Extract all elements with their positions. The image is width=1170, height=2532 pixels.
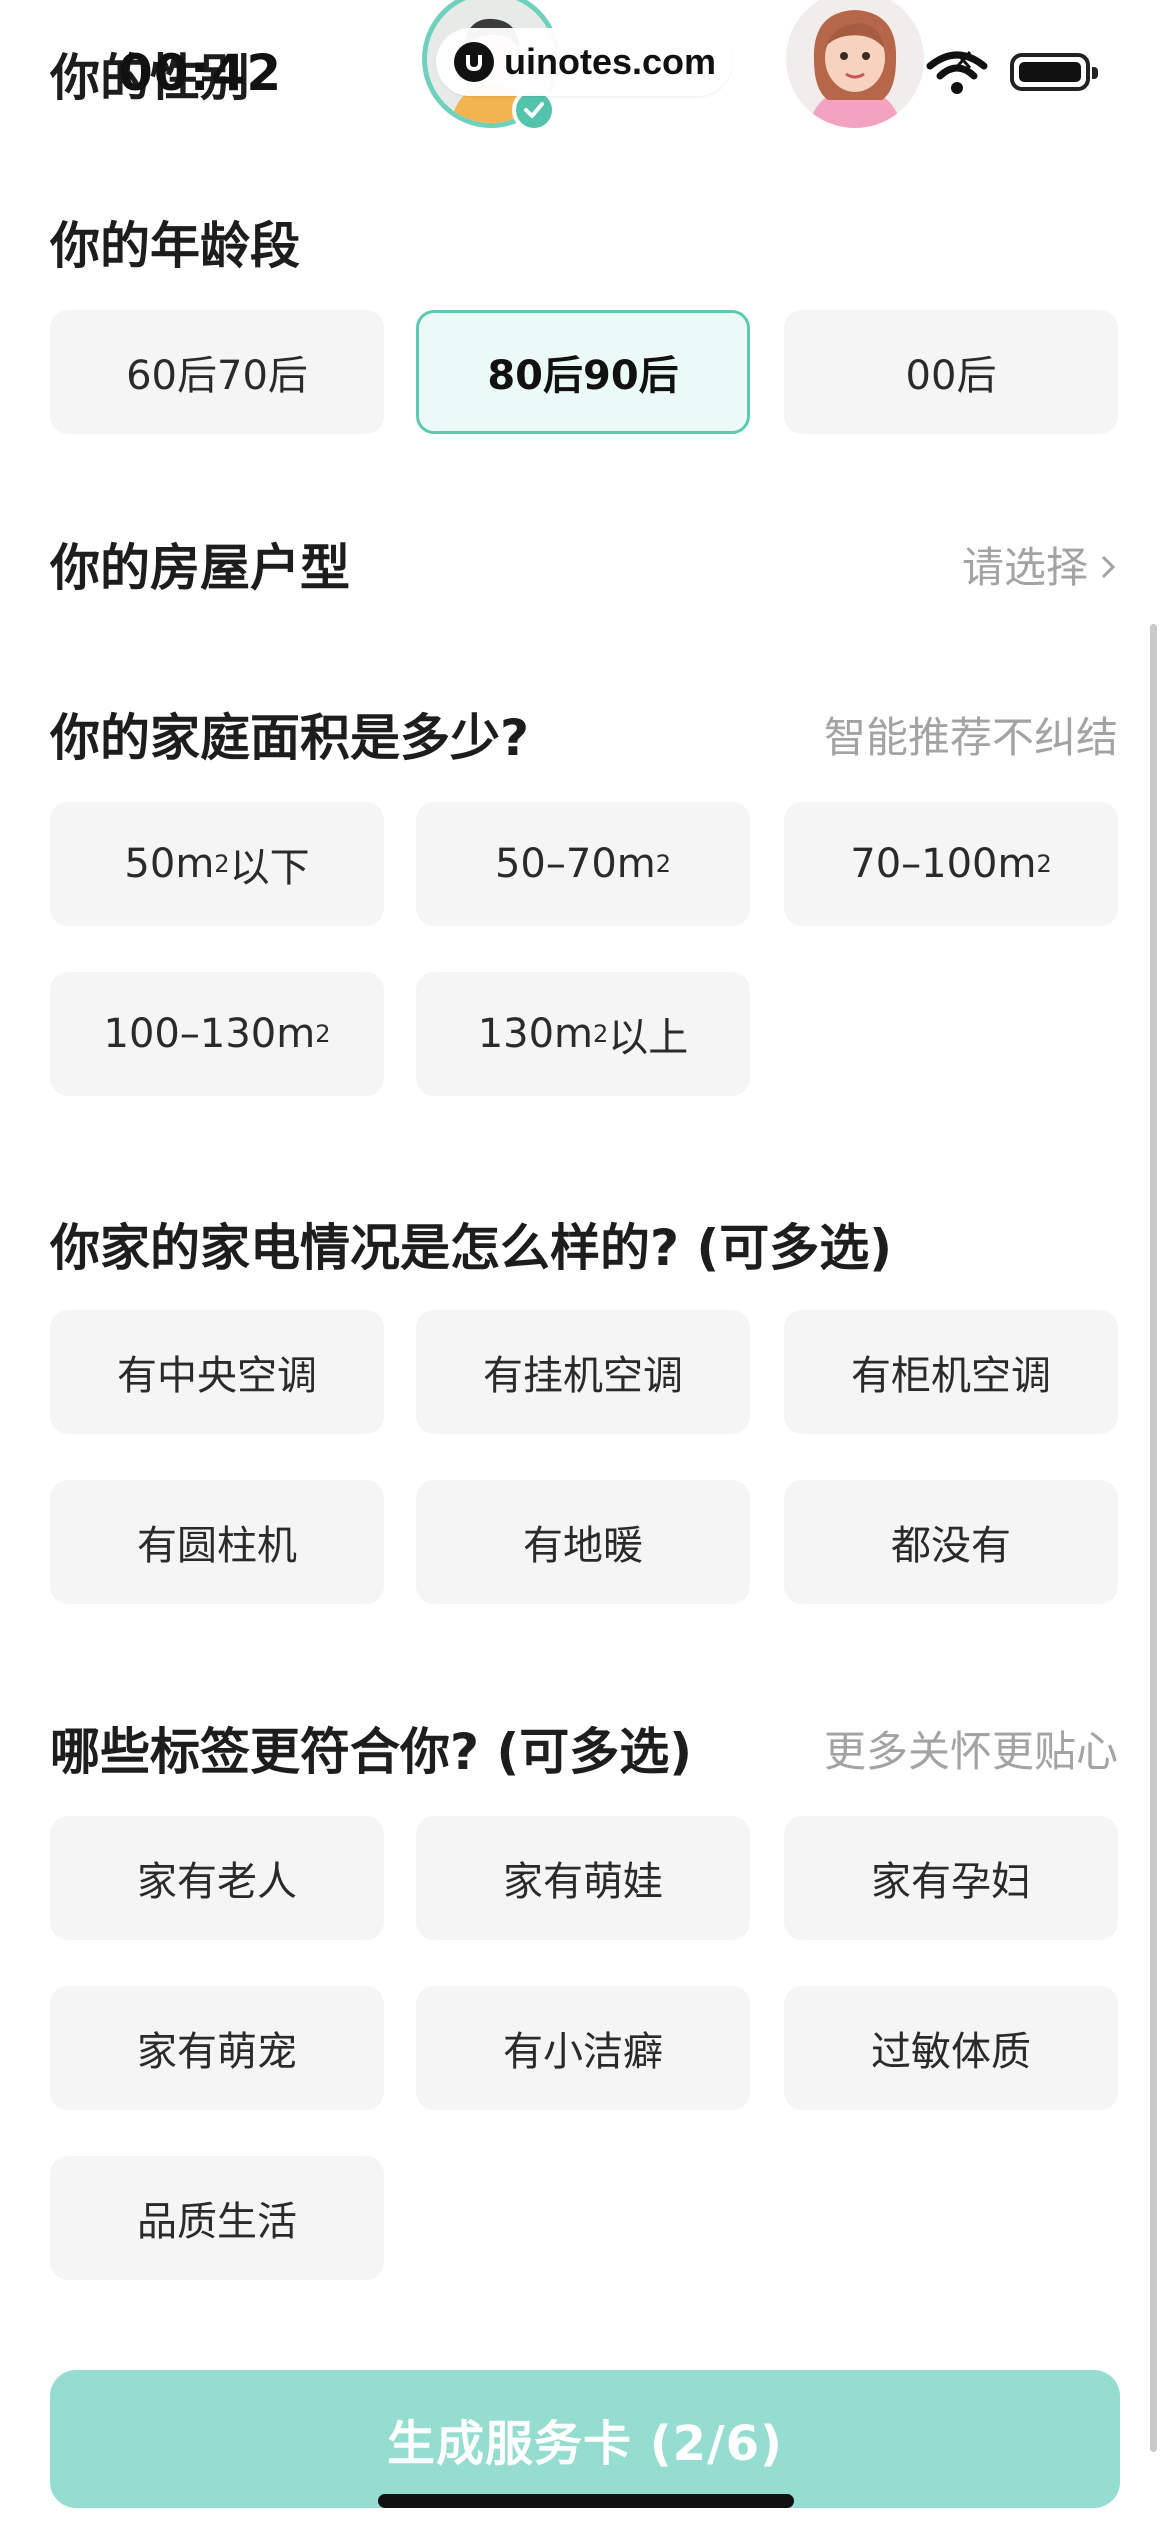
scrollbar[interactable] — [1150, 624, 1157, 2452]
appliance-option[interactable]: 有圆柱机 — [50, 1480, 384, 1604]
area-option-label: 100–130m — [103, 1011, 316, 1057]
unit-superscript: 2 — [1036, 850, 1052, 878]
battery-icon — [1010, 53, 1098, 91]
tag-option[interactable]: 家有萌娃 — [416, 1816, 750, 1940]
appliances-section-title: 你家的家电情况是怎么样的? (可多选) — [50, 1219, 893, 1277]
area-option-label: 130m — [477, 1011, 594, 1057]
house-type-select[interactable]: 请选择 — [962, 534, 1118, 595]
age-option[interactable]: 00后 — [784, 310, 1118, 434]
tags-hint: 更多关怀更贴心 — [823, 1727, 1118, 1776]
tag-option[interactable]: 过敏体质 — [784, 1986, 1118, 2110]
appliance-option[interactable]: 有中央空调 — [50, 1310, 384, 1434]
house-type-placeholder: 请选择 — [961, 543, 1088, 592]
area-option-label: 70–100m — [850, 841, 1037, 887]
unit-superscript: 2 — [593, 1020, 609, 1048]
status-icons — [926, 48, 1098, 96]
area-option[interactable]: 100–130m 2 — [50, 972, 384, 1096]
area-option[interactable]: 70–100m 2 — [784, 802, 1118, 926]
tag-option[interactable]: 家有萌宠 — [50, 1986, 384, 2110]
appliance-option[interactable]: 有柜机空调 — [784, 1310, 1118, 1434]
home-indicator — [378, 2494, 794, 2508]
area-option-suffix: 以上 — [608, 1015, 689, 1061]
tag-option[interactable]: 有小洁癖 — [416, 1986, 750, 2110]
area-option[interactable]: 130m 2 以上 — [416, 972, 750, 1096]
area-section-title: 你的家庭面积是多少? — [50, 709, 530, 767]
tag-option[interactable]: 家有老人 — [50, 1816, 384, 1940]
tag-option[interactable]: 家有孕妇 — [784, 1816, 1118, 1940]
age-option-selected[interactable]: 80后90后 — [416, 310, 750, 434]
service-card-form: 你的性别 uinotes.com 00:42 你的年龄段 60后70后 80后9… — [0, 0, 1170, 2532]
generate-card-button[interactable]: 生成服务卡 (2/6) — [50, 2370, 1120, 2508]
tag-option[interactable]: 品质生活 — [50, 2156, 384, 2280]
unit-superscript: 2 — [655, 850, 672, 878]
status-time: 00:42 — [118, 44, 283, 102]
area-option[interactable]: 50–70m 2 — [416, 802, 750, 926]
unit-superscript: 2 — [214, 850, 230, 878]
chevron-right-icon — [1098, 543, 1118, 592]
status-bar: 00:42 — [0, 0, 1170, 150]
wifi-icon — [926, 51, 988, 94]
appliance-option[interactable]: 有地暖 — [416, 1480, 750, 1604]
area-option-label: 50m — [124, 841, 215, 887]
appliance-option[interactable]: 都没有 — [784, 1480, 1118, 1604]
tags-section-title: 哪些标签更符合你? (可多选) — [50, 1723, 693, 1781]
house-type-title: 你的房屋户型 — [50, 539, 350, 597]
area-option-suffix: 以下 — [229, 845, 310, 891]
unit-superscript: 2 — [315, 1020, 331, 1048]
age-section-title: 你的年龄段 — [50, 217, 300, 275]
appliance-option[interactable]: 有挂机空调 — [416, 1310, 750, 1434]
area-option-label: 50–70m — [494, 841, 656, 887]
area-hint: 智能推荐不纠结 — [823, 713, 1118, 762]
age-option[interactable]: 60后70后 — [50, 310, 384, 434]
area-option[interactable]: 50m 2 以下 — [50, 802, 384, 926]
